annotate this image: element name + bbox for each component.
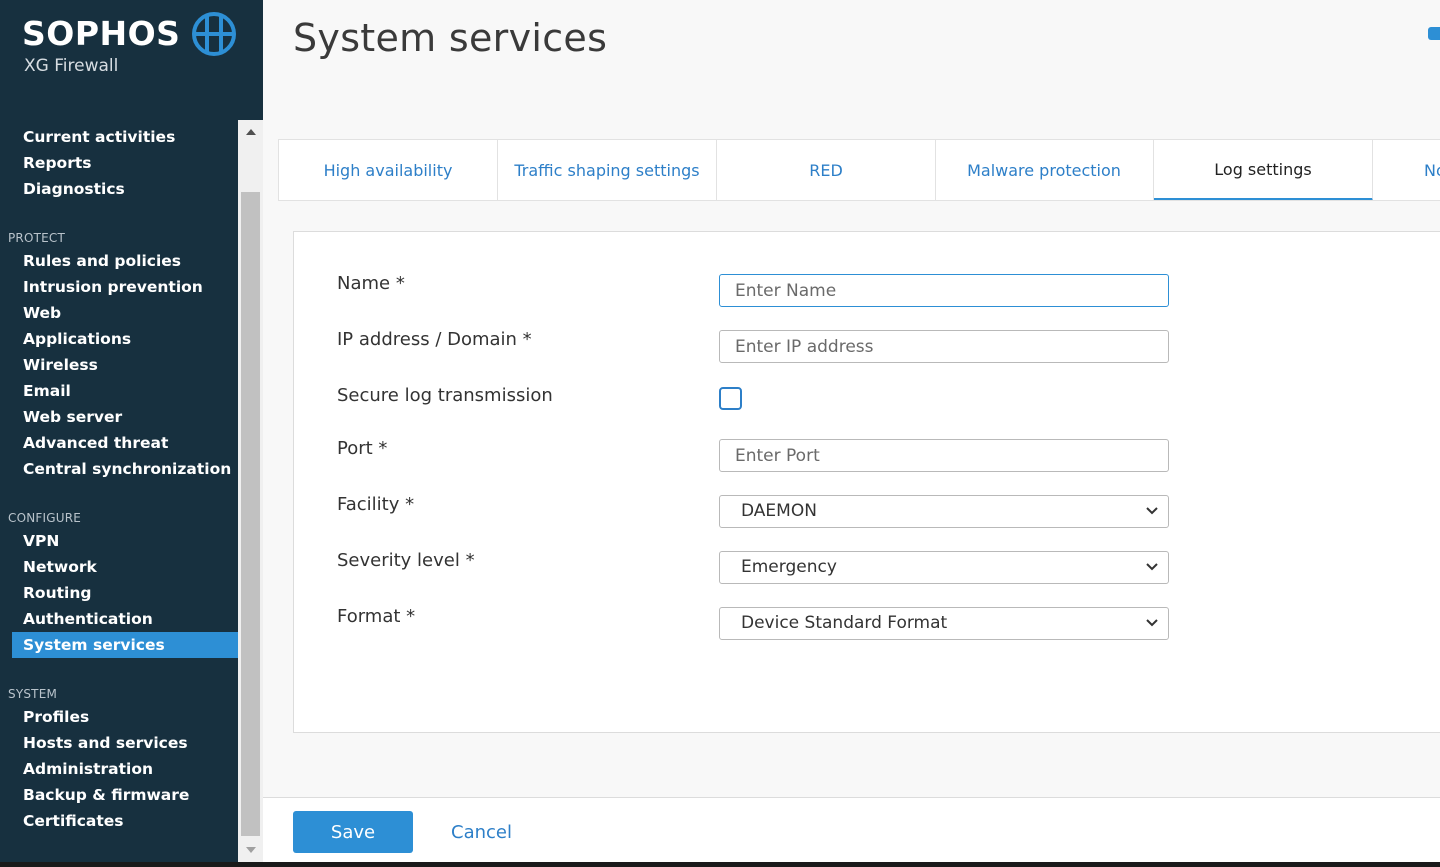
tab-red[interactable]: RED	[717, 140, 936, 200]
form-footer: Save Cancel	[263, 797, 1440, 862]
sidebar-item-diagnostics[interactable]: Diagnostics	[12, 176, 238, 202]
ip-address-input[interactable]	[719, 330, 1169, 363]
sidebar-item-current-activities[interactable]: Current activities	[12, 124, 238, 150]
facility-select[interactable]: DAEMON	[719, 495, 1169, 528]
secure-log-transmission-checkbox[interactable]	[719, 387, 742, 410]
sidebar-item-web-server[interactable]: Web server	[12, 404, 238, 430]
sophos-globe-icon	[192, 12, 236, 56]
secure-log-transmission-label: Secure log transmission	[337, 385, 553, 406]
sidebar-section-configure: CONFIGURE	[8, 511, 82, 525]
sidebar-section-system: SYSTEM	[8, 687, 58, 701]
chevron-down-icon	[1146, 507, 1158, 515]
ip-address-label: IP address / Domain *	[337, 329, 532, 350]
sidebar-item-intrusion-prevention[interactable]: Intrusion prevention	[12, 274, 238, 300]
window-bottom-edge	[0, 862, 1440, 867]
port-label: Port *	[337, 438, 388, 459]
tab-bar: High availability Traffic shaping settin…	[278, 139, 1440, 201]
sidebar-item-web[interactable]: Web	[12, 300, 238, 326]
sidebar-item-vpn[interactable]: VPN	[12, 528, 238, 554]
name-input[interactable]	[719, 274, 1169, 307]
sidebar-item-authentication[interactable]: Authentication	[12, 606, 238, 632]
sidebar-item-central-synchronization[interactable]: Central synchronization	[12, 456, 238, 482]
scrollbar-thumb[interactable]	[241, 192, 260, 836]
page-title: System services	[293, 16, 608, 60]
sidebar-item-routing[interactable]: Routing	[12, 580, 238, 606]
sidebar-section-protect: PROTECT	[8, 231, 66, 245]
name-label: Name *	[337, 273, 405, 294]
sidebar-item-advanced-threat[interactable]: Advanced threat	[12, 430, 238, 456]
port-input[interactable]	[719, 439, 1169, 472]
tab-malware-protection[interactable]: Malware protection	[935, 140, 1154, 200]
facility-label: Facility *	[337, 494, 415, 515]
severity-level-select[interactable]: Emergency	[719, 551, 1169, 584]
format-select-value: Device Standard Format	[741, 613, 948, 633]
sidebar-item-wireless[interactable]: Wireless	[12, 352, 238, 378]
sidebar-item-email[interactable]: Email	[12, 378, 238, 404]
log-settings-form: Name * IP address / Domain * Secure log …	[293, 231, 1440, 733]
format-label: Format *	[337, 606, 416, 627]
severity-level-select-value: Emergency	[741, 557, 837, 577]
format-select[interactable]: Device Standard Format	[719, 607, 1169, 640]
sidebar-item-reports[interactable]: Reports	[12, 150, 238, 176]
severity-level-label: Severity level *	[337, 550, 475, 571]
cancel-button[interactable]: Cancel	[451, 822, 512, 843]
sidebar-item-administration[interactable]: Administration	[12, 756, 238, 782]
sidebar-item-rules-and-policies[interactable]: Rules and policies	[12, 248, 238, 274]
sidebar-item-profiles[interactable]: Profiles	[12, 704, 238, 730]
sidebar-item-certificates[interactable]: Certificates	[12, 808, 238, 834]
sidebar-scrollbar[interactable]	[238, 120, 263, 862]
sidebar-item-backup-firmware[interactable]: Backup & firmware	[12, 782, 238, 808]
tab-traffic-shaping-settings[interactable]: Traffic shaping settings	[498, 140, 717, 200]
chevron-down-icon	[1146, 619, 1158, 627]
tab-next-partial[interactable]: No	[1373, 140, 1440, 200]
top-right-control[interactable]	[1428, 27, 1440, 40]
scroll-down-arrow-icon[interactable]	[238, 838, 263, 862]
sidebar-item-applications[interactable]: Applications	[12, 326, 238, 352]
product-name: XG Firewall	[24, 56, 119, 76]
facility-select-value: DAEMON	[741, 501, 817, 521]
sidebar-item-network[interactable]: Network	[12, 554, 238, 580]
sidebar: SOPHOS XG Firewall Current activities Re…	[0, 0, 263, 867]
scroll-up-arrow-icon[interactable]	[238, 120, 263, 144]
tab-log-settings[interactable]: Log settings	[1154, 140, 1373, 200]
chevron-down-icon	[1146, 563, 1158, 571]
save-button[interactable]: Save	[293, 811, 413, 853]
tab-high-availability[interactable]: High availability	[279, 140, 498, 200]
sidebar-item-system-services[interactable]: System services	[12, 632, 238, 658]
main-content: System services High availability Traffi…	[263, 0, 1440, 862]
sidebar-item-hosts-and-services[interactable]: Hosts and services	[12, 730, 238, 756]
brand-name: SOPHOS	[22, 14, 181, 53]
